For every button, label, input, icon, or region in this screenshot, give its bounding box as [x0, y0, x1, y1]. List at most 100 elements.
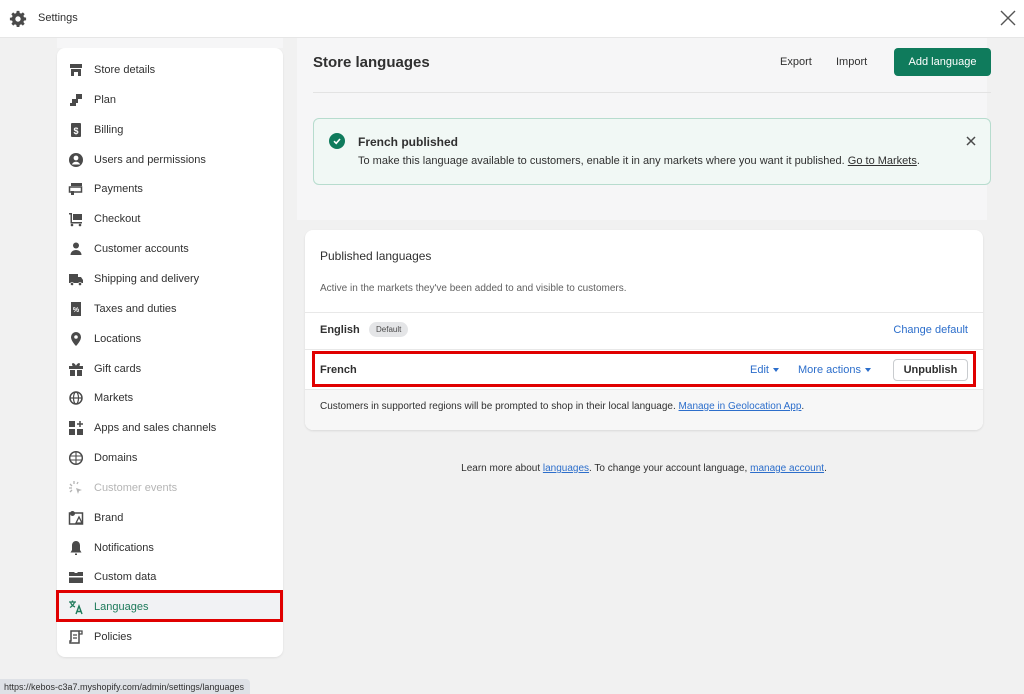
bell-icon	[68, 540, 84, 556]
sidebar-item-languages[interactable]: Languages	[57, 593, 283, 622]
export-button[interactable]: Export	[780, 56, 812, 68]
footer-text: Customers in supported regions will be p…	[320, 401, 804, 412]
learn-middle: . To change your account language,	[589, 463, 748, 474]
sidebar-item-label: Plan	[94, 93, 117, 106]
policy-icon	[68, 629, 84, 645]
location-pin-icon	[68, 331, 84, 347]
language-name: English	[320, 324, 360, 336]
sidebar-item-label: Gift cards	[94, 362, 142, 375]
close-banner-icon[interactable]	[965, 135, 977, 147]
geolocation-app-link[interactable]: Manage in Geolocation App	[679, 401, 802, 412]
caret-down-icon	[864, 368, 871, 372]
caret-down-icon	[772, 368, 779, 372]
sidebar-item-label: Notifications	[94, 541, 154, 554]
published-languages-card: Published languages Active in the market…	[305, 230, 983, 430]
edit-label: Edit	[750, 364, 769, 376]
card-title: Published languages	[320, 249, 432, 263]
sidebar-item-label: Policies	[94, 631, 132, 644]
apps-icon	[68, 420, 84, 436]
learn-suffix: .	[824, 463, 827, 474]
sidebar-item-policies[interactable]: Policies	[57, 623, 283, 651]
sidebar-item-customer-accounts[interactable]: Customer accounts	[57, 235, 283, 263]
sidebar-item-label: Store details	[94, 64, 156, 76]
sidebar-item-label: Payments	[94, 183, 143, 196]
sidebar-item-payments[interactable]: Payments	[57, 175, 283, 203]
import-button[interactable]: Import	[836, 56, 867, 68]
window-title: Settings	[38, 12, 78, 24]
banner-suffix: .	[916, 155, 920, 167]
svg-text:%: %	[73, 307, 80, 314]
sidebar-item-label: Shipping and delivery	[94, 272, 200, 285]
custom-data-icon	[68, 569, 84, 585]
sidebar-item-apps-and-sales-channels[interactable]: Apps and sales channels	[57, 414, 283, 442]
more-actions-label: More actions	[798, 364, 861, 376]
language-name: French	[320, 364, 357, 376]
banner-text: To make this language available to custo…	[358, 155, 920, 167]
change-default-link[interactable]: Change default	[893, 324, 968, 336]
sidebar-item-label: Markets	[94, 392, 134, 405]
sidebar-item-domains[interactable]: Domains	[57, 444, 283, 472]
banner-title: French published	[358, 135, 459, 149]
sidebar-item-brand[interactable]: Brand	[57, 504, 283, 532]
truck-icon	[68, 271, 84, 287]
language-row-french: French Edit More actions Unpublish	[305, 349, 983, 389]
edit-dropdown[interactable]: Edit	[750, 364, 779, 376]
sidebar-item-custom-data[interactable]: Custom data	[57, 563, 283, 591]
cursor-click-icon	[68, 480, 84, 496]
store-icon	[68, 62, 84, 78]
sidebar-item-billing[interactable]: $ Billing	[57, 116, 283, 144]
sidebar-item-label: Domains	[94, 452, 138, 465]
sidebar-item-gift-cards[interactable]: Gift cards	[57, 355, 283, 383]
window-titlebar: Settings	[0, 0, 1024, 38]
manage-account-link[interactable]: manage account	[750, 463, 824, 474]
check-circle-icon	[329, 133, 345, 149]
page-title: Store languages	[313, 54, 430, 71]
brand-icon	[68, 510, 84, 526]
default-badge: Default	[369, 322, 409, 337]
sidebar-item-shipping-and-delivery[interactable]: Shipping and delivery	[57, 265, 283, 293]
payments-icon	[68, 181, 84, 197]
sidebar-item-locations[interactable]: Locations	[57, 325, 283, 353]
sidebar-item-checkout[interactable]: Checkout	[57, 205, 283, 233]
gift-icon	[68, 361, 84, 377]
sidebar-item-label: Brand	[94, 511, 124, 524]
banner-message: To make this language available to custo…	[358, 155, 845, 167]
sidebar-top-strip	[57, 38, 283, 48]
gear-icon	[9, 10, 27, 28]
sidebar-item-label: Apps and sales channels	[94, 422, 217, 435]
learn-more-text: Learn more about languages. To change yo…	[305, 463, 983, 474]
sidebar-item-customer-events: Customer events	[57, 474, 283, 502]
sidebar-item-notifications[interactable]: Notifications	[57, 534, 283, 562]
learn-prefix: Learn more about	[461, 463, 541, 474]
person-icon	[68, 241, 84, 257]
footer-suffix: .	[801, 401, 805, 412]
billing-icon: $	[68, 122, 84, 138]
sidebar-item-taxes-and-duties[interactable]: % Taxes and duties	[57, 295, 283, 323]
sidebar-item-markets[interactable]: Markets	[57, 384, 283, 412]
close-icon[interactable]	[998, 8, 1018, 28]
sidebar-item-label: Customer events	[94, 481, 178, 494]
sidebar-item-users-and-permissions[interactable]: Users and permissions	[57, 146, 283, 174]
sidebar-item-store-details[interactable]: Store details	[57, 56, 283, 84]
sidebar-item-plan[interactable]: Plan	[57, 86, 283, 114]
languages-help-link[interactable]: languages	[543, 463, 589, 474]
success-banner: French published To make this language a…	[313, 118, 991, 185]
globe-icon	[68, 390, 84, 406]
sidebar-item-label: Billing	[94, 123, 124, 136]
user-circle-icon	[68, 152, 84, 168]
sidebar-item-label: Locations	[94, 332, 142, 345]
go-to-markets-link[interactable]: Go to Markets	[848, 155, 917, 167]
language-row-english: English Default Change default	[305, 312, 983, 349]
card-subtitle: Active in the markets they've been added…	[320, 283, 627, 294]
add-language-button[interactable]: Add language	[894, 48, 991, 76]
tax-icon: %	[68, 301, 84, 317]
unpublish-button[interactable]: Unpublish	[893, 359, 968, 381]
sidebar-item-label: Users and permissions	[94, 153, 206, 166]
sidebar-item-label: Taxes and duties	[94, 302, 177, 315]
card-footer: Customers in supported regions will be p…	[305, 389, 983, 430]
svg-text:$: $	[73, 126, 78, 136]
cart-icon	[68, 211, 84, 227]
more-actions-dropdown[interactable]: More actions	[798, 364, 871, 376]
sidebar-item-label: Checkout	[94, 213, 141, 226]
translate-icon	[68, 599, 84, 615]
